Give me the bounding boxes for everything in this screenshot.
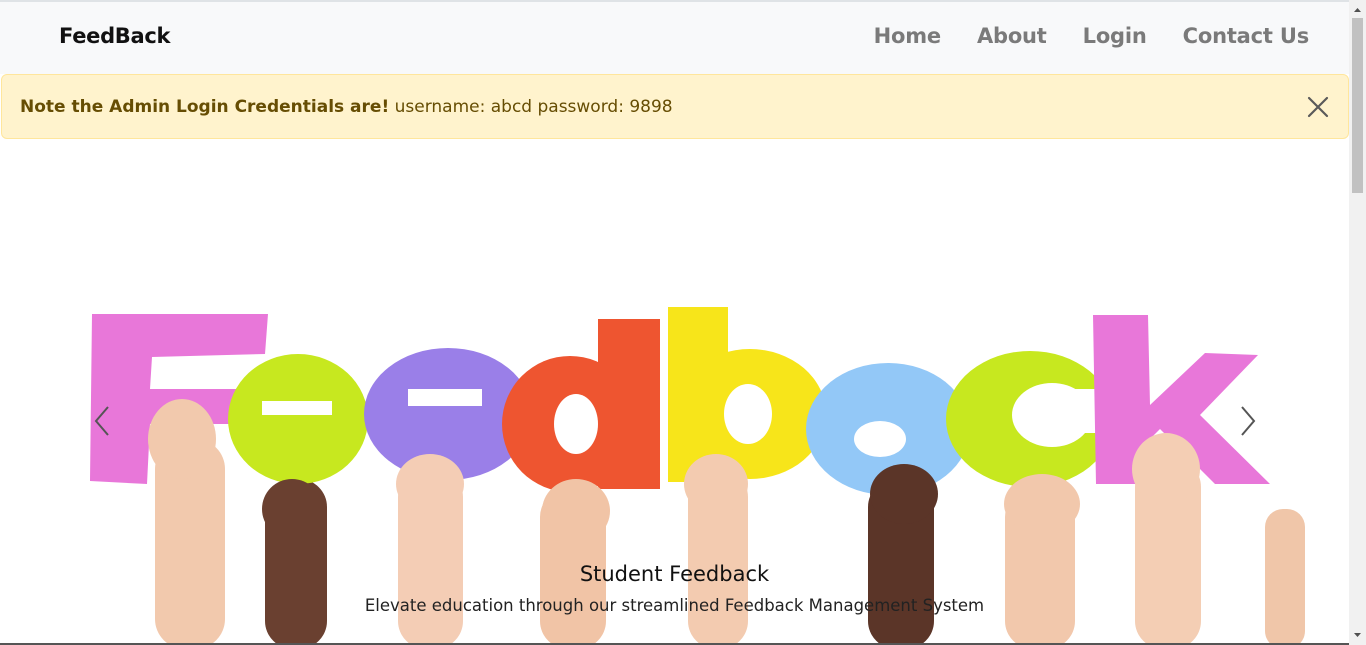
- chevron-right-icon: [1241, 406, 1256, 436]
- nav-link-login[interactable]: Login: [1083, 24, 1147, 48]
- brand-logo[interactable]: FeedBack: [59, 24, 171, 48]
- alert-body-text: username: abcd password: 9898: [389, 97, 673, 117]
- close-icon: [1307, 96, 1329, 118]
- nav-links: Home About Login Contact Us: [838, 24, 1310, 48]
- carousel-caption: Student Feedback Elevate education throu…: [0, 562, 1349, 615]
- navbar: FeedBack Home About Login Contact Us: [0, 2, 1349, 74]
- triangle-up-icon: [1354, 8, 1361, 12]
- nav-link-about[interactable]: About: [977, 24, 1047, 48]
- chevron-left-icon: [94, 406, 109, 436]
- alert-message: Note the Admin Login Credentials are! us…: [20, 97, 673, 117]
- scrollbar-thumb[interactable]: [1352, 18, 1363, 193]
- scroll-down-arrow[interactable]: [1349, 626, 1366, 643]
- caption-title: Student Feedback: [579, 562, 770, 586]
- scroll-up-arrow[interactable]: [1349, 2, 1366, 19]
- nav-link-contact-us[interactable]: Contact Us: [1183, 24, 1310, 48]
- alert-strong-text: Note the Admin Login Credentials are!: [20, 97, 390, 117]
- carousel-prev-button[interactable]: [88, 401, 118, 441]
- carousel-next-button[interactable]: [1232, 401, 1262, 441]
- nav-link-home[interactable]: Home: [874, 24, 942, 48]
- hero-carousel: Student Feedback Elevate education throu…: [0, 139, 1349, 643]
- caption-text: Elevate education through our streamline…: [364, 596, 985, 615]
- triangle-down-icon: [1354, 633, 1361, 637]
- vertical-scrollbar[interactable]: [1349, 0, 1366, 645]
- admin-credentials-alert: Note the Admin Login Credentials are! us…: [1, 74, 1349, 139]
- alert-close-button[interactable]: [1306, 95, 1330, 119]
